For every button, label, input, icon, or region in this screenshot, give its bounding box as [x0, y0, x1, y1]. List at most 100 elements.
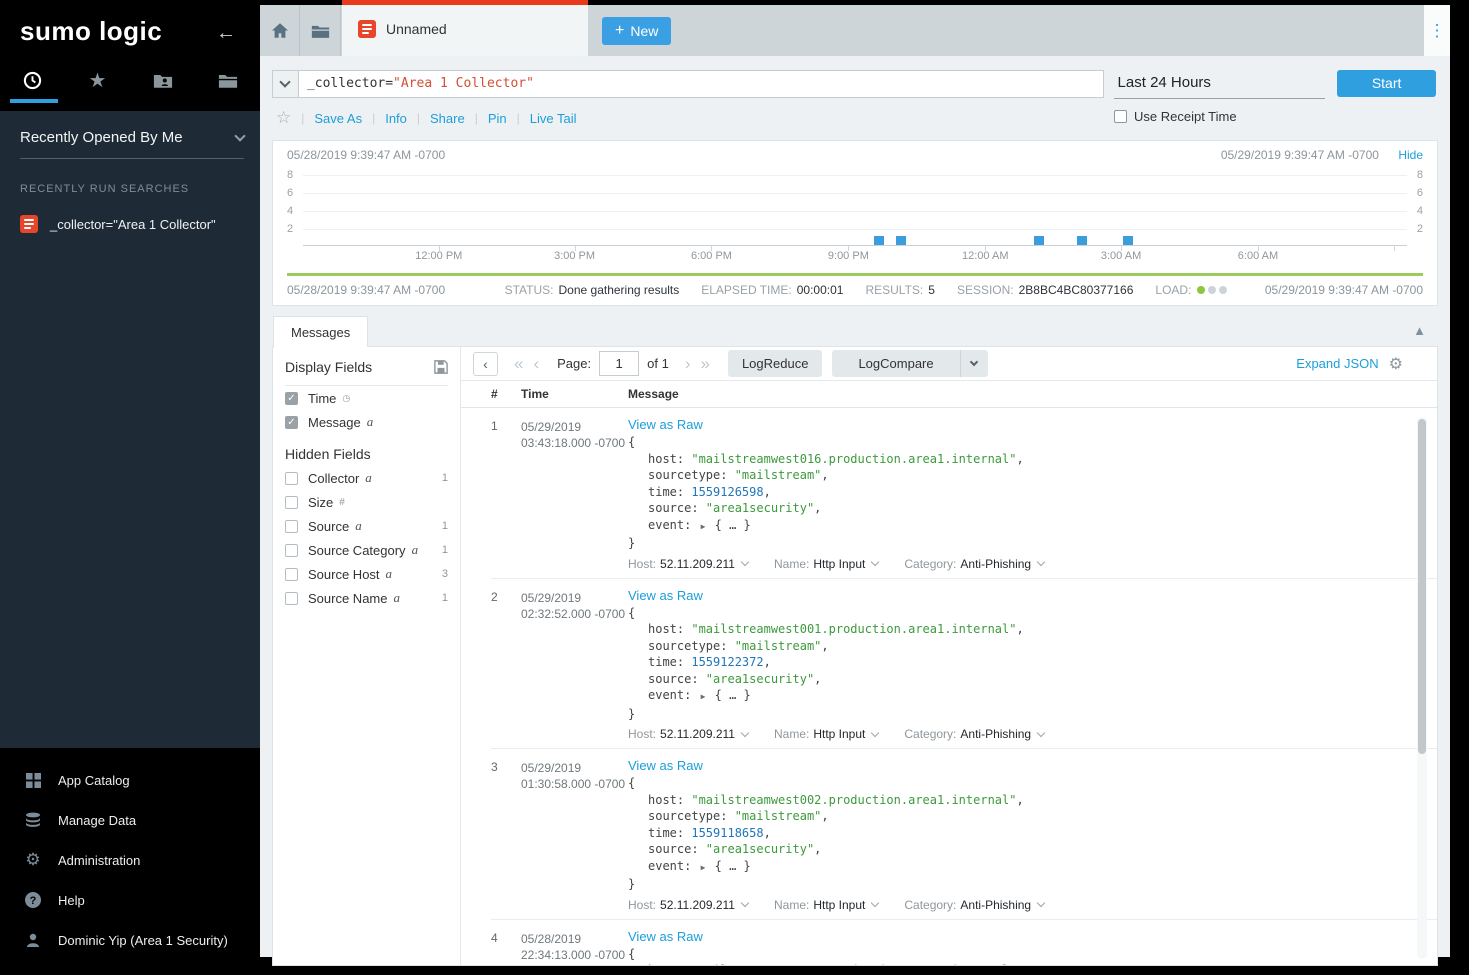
row-metadata: Host:52.11.209.211Name:Http InputCategor… — [628, 557, 1397, 571]
recent-search-item[interactable]: _collector="Area 1 Collector" — [20, 215, 244, 233]
expand-event-icon[interactable]: ▶ — [701, 692, 706, 701]
host-dropdown-chevron-icon[interactable] — [741, 728, 749, 736]
menu-item-label: App Catalog — [58, 773, 130, 788]
page-first-button[interactable]: « — [514, 355, 523, 372]
display-fields-title: Display Fields — [285, 359, 372, 375]
nav-tab-favorites[interactable]: ★ — [65, 57, 130, 103]
expand-event-icon[interactable]: ▶ — [701, 522, 706, 531]
share-link[interactable]: Share — [420, 111, 475, 126]
field-label: Time — [308, 391, 336, 406]
page-last-button[interactable]: » — [700, 355, 709, 372]
scrollbar-thumb[interactable] — [1418, 419, 1426, 754]
field-toggle-source-host[interactable]: Source Hosta3 — [285, 562, 448, 586]
pin-link[interactable]: Pin — [478, 111, 517, 126]
library-tab-button[interactable] — [301, 5, 341, 56]
use-receipt-time-checkbox[interactable]: Use Receipt Time — [1114, 109, 1237, 124]
page-number-input[interactable] — [599, 351, 639, 376]
checkbox-checked: ✓ — [285, 392, 298, 405]
field-toggle-source[interactable]: Sourcea1 — [285, 514, 448, 538]
menu-item-help[interactable]: ? Help — [0, 880, 260, 920]
string-type-icon: a — [412, 542, 419, 558]
hide-chart-link[interactable]: Hide — [1398, 148, 1423, 162]
histogram-bar[interactable] — [1034, 236, 1044, 245]
logcompare-caret[interactable] — [960, 350, 988, 377]
nav-tab-recent[interactable] — [0, 57, 65, 103]
histogram-bar[interactable] — [896, 236, 906, 245]
menu-item-administration[interactable]: ⚙ Administration — [0, 840, 260, 880]
sidebar-collapse-arrow-icon[interactable]: ← — [216, 22, 236, 45]
recent-search-label: _collector="Area 1 Collector" — [50, 217, 216, 232]
menu-item-app-catalog[interactable]: App Catalog — [0, 760, 260, 800]
message-json: {host: "mailstreamwest003.production.are… — [628, 946, 1397, 966]
save-fields-icon[interactable] — [434, 360, 448, 374]
field-toggle-source-category[interactable]: Source Categorya1 — [285, 538, 448, 562]
expand-json-link[interactable]: Expand JSON — [1296, 356, 1378, 371]
logcompare-button[interactable]: LogCompare — [832, 350, 987, 377]
menu-item-user-account[interactable]: Dominic Yip (Area 1 Security) — [0, 920, 260, 960]
name-dropdown-chevron-icon[interactable] — [871, 728, 879, 736]
collapse-fields-button[interactable]: ‹ — [473, 352, 498, 376]
field-count: 1 — [442, 592, 448, 604]
home-tab-button[interactable] — [260, 5, 300, 56]
histogram-plot[interactable]: 22446688 — [287, 167, 1423, 245]
metadata-value: 52.11.209.211 — [660, 727, 735, 741]
x-axis-tick-label: 3:00 AM — [1101, 250, 1141, 262]
collapse-panel-icon[interactable]: ▲ — [1413, 323, 1426, 338]
nav-tab-library[interactable] — [195, 57, 260, 103]
menu-item-manage-data[interactable]: Manage Data — [0, 800, 260, 840]
metadata-label: Name: — [774, 557, 809, 571]
field-label: Source Name — [308, 591, 387, 606]
new-tab-button[interactable]: + New — [602, 17, 671, 45]
category-dropdown-chevron-icon[interactable] — [1037, 558, 1045, 566]
field-toggle-collector[interactable]: Collectora1 — [285, 466, 448, 490]
category-dropdown-chevron-icon[interactable] — [1037, 899, 1045, 907]
host-dropdown-chevron-icon[interactable] — [741, 558, 749, 566]
live-tail-link[interactable]: Live Tail — [520, 111, 587, 126]
host-dropdown-chevron-icon[interactable] — [741, 899, 749, 907]
search-query-input[interactable]: _collector="Area 1 Collector" — [298, 70, 1104, 98]
histogram-bar[interactable] — [874, 236, 884, 245]
metadata-value: Anti-Phishing — [960, 557, 1031, 571]
time-range-input[interactable]: Last 24 Hours — [1114, 70, 1326, 99]
name-dropdown-chevron-icon[interactable] — [871, 558, 879, 566]
field-toggle-source-name[interactable]: Source Namea1 — [285, 586, 448, 610]
view-as-raw-link[interactable]: View as Raw — [628, 417, 1397, 432]
histogram-bar[interactable] — [1123, 236, 1133, 245]
session-label: SESSION: — [957, 283, 1014, 297]
logreduce-button[interactable]: LogReduce — [728, 350, 823, 377]
y-axis-label: 6 — [1409, 187, 1423, 199]
page-prev-button[interactable]: ‹ — [533, 355, 539, 372]
tab-unnamed-search[interactable]: Unnamed — [342, 0, 588, 56]
y-axis-label: 8 — [287, 169, 301, 181]
category-dropdown-chevron-icon[interactable] — [1037, 728, 1045, 736]
field-toggle-size[interactable]: Size# — [285, 490, 448, 514]
name-dropdown-chevron-icon[interactable] — [871, 899, 879, 907]
view-as-raw-link[interactable]: View as Raw — [628, 588, 1397, 603]
gear-icon: ⚙ — [24, 850, 42, 870]
histogram-bar[interactable] — [1077, 236, 1087, 245]
vertical-scrollbar[interactable] — [1417, 417, 1427, 959]
metadata-value: Anti-Phishing — [960, 727, 1031, 741]
checkbox-unchecked — [285, 520, 298, 533]
recent-panel-header[interactable]: Recently Opened By Me — [20, 129, 244, 159]
view-as-raw-link[interactable]: View as Raw — [628, 929, 1397, 944]
start-button[interactable]: Start — [1337, 70, 1436, 97]
save-as-link[interactable]: Save As — [304, 111, 372, 126]
view-as-raw-link[interactable]: View as Raw — [628, 758, 1397, 773]
nav-tab-personal[interactable] — [130, 57, 195, 103]
page-next-button[interactable]: › — [685, 355, 691, 372]
menu-item-label: Help — [58, 893, 85, 908]
field-toggle-message[interactable]: ✓Messagea — [285, 410, 448, 434]
kebab-menu-icon[interactable]: ⋮ — [1424, 5, 1450, 56]
field-toggle-time[interactable]: ✓Time◷ — [285, 386, 448, 410]
favorite-star-icon[interactable]: ☆ — [276, 108, 291, 128]
expand-event-icon[interactable]: ▶ — [701, 863, 706, 872]
settings-gear-icon[interactable]: ⚙ — [1389, 354, 1403, 374]
message-row: 105/29/201903:43:18.000 -0700View as Raw… — [491, 408, 1437, 579]
query-history-dropdown[interactable] — [272, 70, 298, 98]
tab-messages[interactable]: Messages — [273, 316, 368, 347]
x-axis-tick-label: 6:00 AM — [1238, 250, 1278, 262]
info-link[interactable]: Info — [375, 111, 417, 126]
column-time: Time — [521, 387, 628, 401]
metadata-label: Category: — [904, 727, 956, 741]
